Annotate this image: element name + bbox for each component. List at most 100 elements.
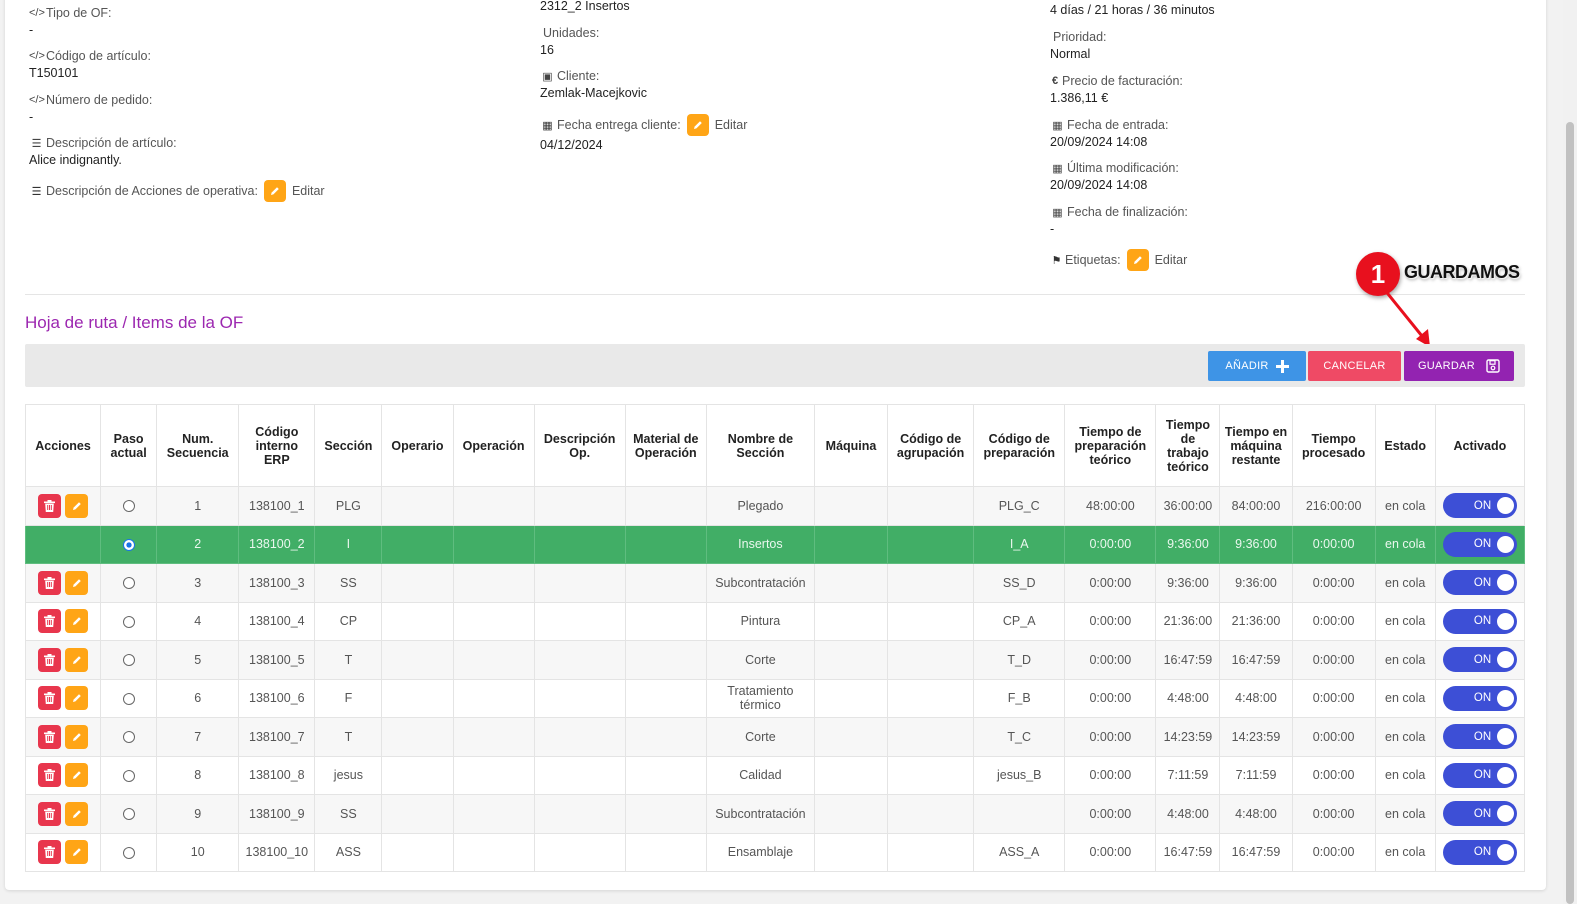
processed-time-cell: 0:00:00	[1291, 524, 1376, 564]
edit-row-button[interactable]	[65, 493, 89, 518]
table-row[interactable]: 7 138100_7 T Corte T_C 0:00:00 14:23:59 14:23:5…	[24, 717, 1526, 757]
activated-toggle[interactable]: ON	[1442, 801, 1517, 827]
column-header: Tiempo en máquina restante	[1219, 404, 1293, 487]
edit-etiquetas-link[interactable]: Editar	[1155, 253, 1188, 267]
edit-row-button[interactable]	[65, 801, 89, 826]
scrollbar-track[interactable]	[1563, 0, 1577, 904]
delete-row-button[interactable]	[38, 724, 62, 749]
preparation-code-cell: SS_D	[973, 563, 1066, 603]
current-step-radio[interactable]	[122, 808, 135, 821]
delete-row-button[interactable]	[38, 647, 62, 672]
activated-toggle[interactable]: ON	[1442, 839, 1517, 865]
delete-row-button[interactable]	[38, 686, 62, 711]
toggle-knob	[1496, 497, 1514, 515]
column-header: Operación	[452, 404, 535, 487]
column-header: Activado	[1434, 404, 1526, 487]
section-name-cell: Subcontratación	[705, 794, 815, 834]
sequence-cell: 6	[156, 678, 240, 718]
scrollbar-thumb[interactable]	[1566, 122, 1574, 904]
edit-row-button[interactable]	[65, 724, 89, 749]
pencil-icon	[72, 771, 81, 780]
edit-row-button[interactable]	[65, 763, 89, 788]
delete-row-button[interactable]	[38, 609, 62, 634]
cancel-button[interactable]: CANCELAR	[1308, 351, 1401, 381]
edit-row-button[interactable]	[65, 647, 89, 672]
grouping-code-cell	[887, 563, 975, 603]
delete-row-button[interactable]	[38, 763, 62, 788]
delete-row-button[interactable]	[38, 493, 62, 518]
delete-row-button[interactable]	[38, 570, 62, 595]
edit-fecha-button[interactable]	[686, 114, 709, 136]
edit-acciones-link[interactable]: Editar	[292, 184, 325, 198]
toggle-knob	[1496, 612, 1514, 630]
preparation-code-cell: I_A	[973, 524, 1066, 564]
edit-etiquetas-button[interactable]	[1126, 249, 1149, 271]
operator-cell	[381, 640, 454, 680]
edit-row-button[interactable]	[65, 609, 89, 634]
operation-material-cell	[624, 832, 707, 872]
current-step-radio[interactable]	[122, 500, 135, 513]
current-step-cell	[100, 755, 158, 795]
operation-description-cell	[533, 832, 626, 872]
edit-row-button[interactable]	[65, 570, 89, 595]
current-step-radio[interactable]	[122, 769, 135, 782]
delete-row-button[interactable]	[38, 801, 62, 826]
activated-toggle[interactable]: ON	[1442, 531, 1517, 557]
edit-acciones-button[interactable]	[263, 180, 286, 202]
sequence-cell: 5	[156, 640, 240, 680]
delete-row-button[interactable]	[38, 840, 62, 865]
activated-toggle[interactable]: ON	[1442, 685, 1517, 711]
current-step-radio[interactable]	[122, 846, 135, 859]
toggle-label: ON	[1473, 769, 1492, 782]
table-row[interactable]: 8 138100_8 jesus Calidad jesus_B 0:00:00 7:11:…	[24, 755, 1526, 795]
preparation-code-cell	[973, 794, 1066, 834]
table-row[interactable]: 9 138100_9 SS Subcontratación 0:00:00 4:48:00…	[24, 794, 1526, 834]
table-row[interactable]: 6 138100_6 F Tratamiento térmico F_B 0:00:00 4…	[24, 678, 1526, 718]
work-time-cell: 14:23:59	[1155, 717, 1221, 757]
status-cell: en cola	[1374, 832, 1436, 872]
edit-fecha-link[interactable]: Editar	[715, 118, 748, 132]
activated-toggle[interactable]: ON	[1442, 724, 1517, 750]
erp-code-cell: 138100_10	[238, 832, 316, 872]
current-step-radio[interactable]	[122, 538, 135, 551]
row-actions-cell	[24, 678, 102, 718]
table-row[interactable]: 2 138100_2 I Insertos I_A 0:00:00 9:36:00 9:36:…	[24, 524, 1526, 564]
activated-toggle[interactable]: ON	[1442, 647, 1517, 673]
table-row[interactable]: 5 138100_5 T Corte T_D 0:00:00 16:47:59 16:47:5…	[24, 640, 1526, 680]
operator-cell	[381, 832, 454, 872]
table-row[interactable]: 10 138100_10 ASS Ensamblaje ASS_A 0:00:00 16:4…	[24, 832, 1526, 872]
machine-cell	[813, 717, 889, 757]
add-button[interactable]: AÑADIR	[1208, 351, 1306, 381]
prep-time-cell: 0:00:00	[1064, 640, 1157, 680]
prep-time-cell: 0:00:00	[1064, 678, 1157, 718]
edit-row-button[interactable]	[65, 840, 89, 865]
current-step-radio[interactable]	[122, 577, 135, 590]
status-cell: en cola	[1374, 794, 1436, 834]
erp-code-cell: 138100_8	[238, 755, 316, 795]
activated-toggle[interactable]: ON	[1442, 570, 1517, 596]
save-button[interactable]: GUARDAR	[1404, 351, 1514, 381]
current-step-radio[interactable]	[122, 654, 135, 667]
current-step-radio[interactable]	[122, 731, 135, 744]
column-header: Tiempo de trabajo teórico	[1155, 404, 1221, 487]
machine-cell	[813, 486, 889, 526]
prep-time-cell: 0:00:00	[1064, 755, 1157, 795]
processed-time-cell: 0:00:00	[1291, 601, 1376, 641]
table-row[interactable]: 1 138100_1 PLG Plegado PLG_C 48:00:00 36:00:00…	[24, 486, 1526, 526]
activated-toggle[interactable]: ON	[1442, 493, 1517, 519]
table-row[interactable]: 4 138100_4 CP Pintura CP_A 0:00:00 21:36:00 21:…	[24, 601, 1526, 641]
erp-code-cell: 138100_7	[238, 717, 316, 757]
prep-time-cell: 0:00:00	[1064, 717, 1157, 757]
current-step-cell	[100, 794, 158, 834]
current-step-radio[interactable]	[122, 615, 135, 628]
current-step-radio[interactable]	[122, 692, 135, 705]
edit-row-button[interactable]	[65, 686, 89, 711]
activated-toggle[interactable]: ON	[1442, 608, 1517, 634]
operation-material-cell	[624, 794, 707, 834]
toggle-label: ON	[1473, 730, 1492, 743]
pencil-icon	[72, 655, 81, 664]
section-name-cell: Pintura	[705, 601, 815, 641]
table-row[interactable]: 3 138100_3 SS Subcontratación SS_D 0:00:00 9:3…	[24, 563, 1526, 603]
activated-toggle[interactable]: ON	[1442, 762, 1517, 788]
section-cell: T	[314, 717, 383, 757]
